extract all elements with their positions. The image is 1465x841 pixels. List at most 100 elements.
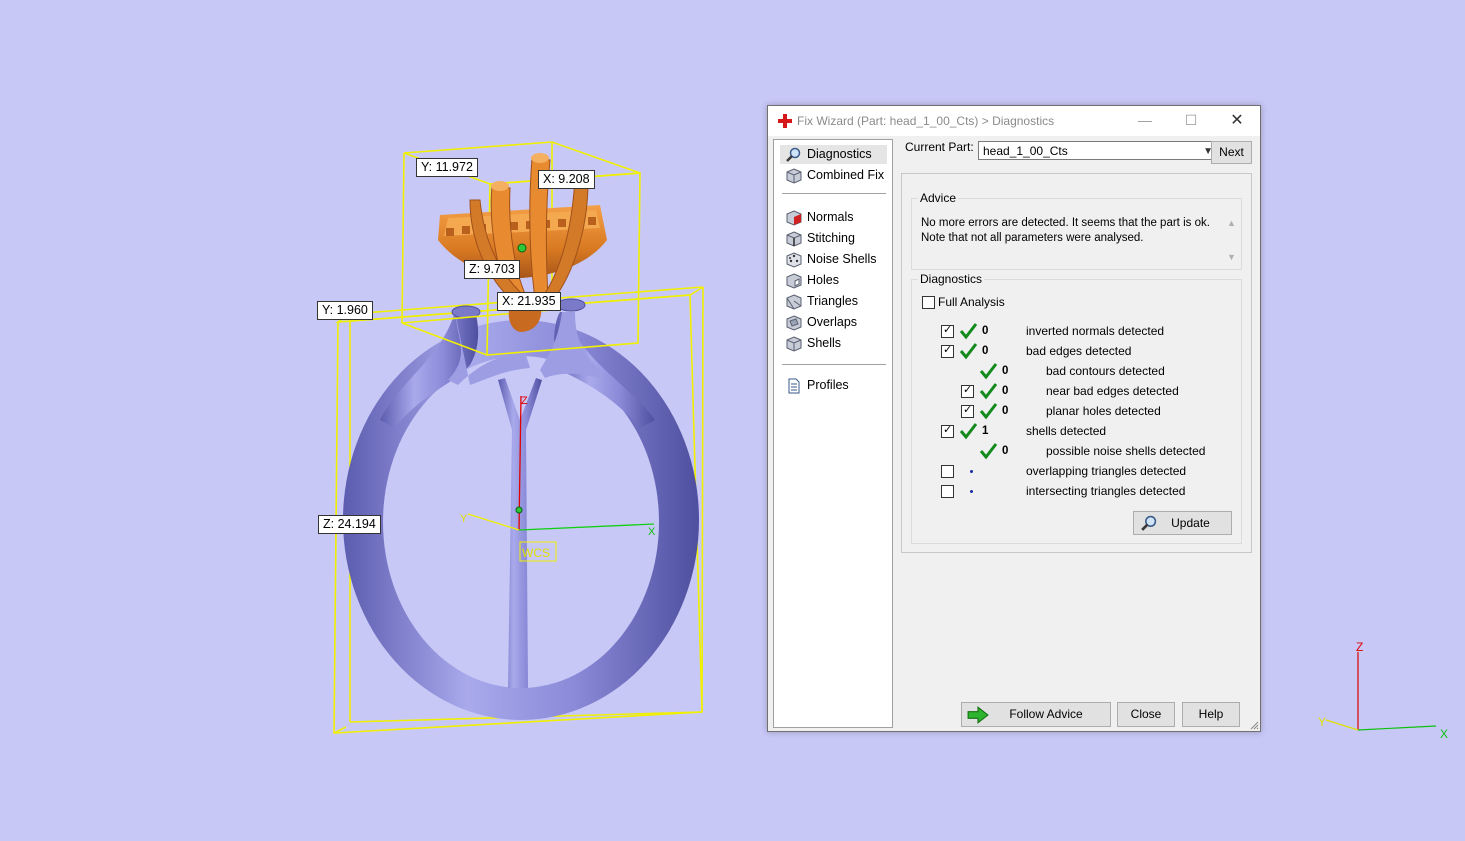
row-checkbox[interactable]: ✓ <box>941 424 954 438</box>
nav-item-combined-fix[interactable]: Combined Fix <box>784 166 884 185</box>
fix-wizard-window: Fix Wizard (Part: head_1_00_Cts) > Diagn… <box>767 105 1261 732</box>
scroll-down-icon: ▼ <box>1227 252 1236 262</box>
nav-item-holes[interactable]: Holes <box>784 271 839 290</box>
corner-x-label: X <box>1440 727 1448 741</box>
wcs-y-label: Y <box>460 513 468 525</box>
row-checkbox[interactable] <box>941 465 954 478</box>
nav-item-label: Holes <box>807 273 839 287</box>
update-label: Update <box>1171 516 1210 530</box>
update-button[interactable]: Update <box>1133 511 1232 535</box>
nav-item-label: Combined Fix <box>807 168 885 182</box>
diag-row-overlapping-triangles: overlapping triangles detected <box>941 462 1231 480</box>
row-count: 0 <box>982 345 989 357</box>
row-checkbox[interactable]: ✓ <box>961 404 974 418</box>
current-part-select[interactable]: head_1_00_Cts ▼ <box>978 141 1218 160</box>
row-count: 1 <box>982 425 989 437</box>
diag-row-near-bad-edges: ✓ 0 near bad edges detected <box>941 382 1231 400</box>
advice-scrollbar[interactable]: ▲ ▼ <box>1224 215 1240 267</box>
row-count: 0 <box>982 325 989 337</box>
document-icon <box>788 378 800 394</box>
advice-line-1: No more errors are detected. It seems th… <box>921 217 1210 229</box>
advice-text-area[interactable]: No more errors are detected. It seems th… <box>917 215 1240 267</box>
row-checkbox[interactable]: ✓ <box>961 384 974 398</box>
magnifier-icon <box>1141 515 1157 531</box>
dim-label-y-ring: Y: 1.960 <box>317 301 373 320</box>
row-checkbox[interactable]: ✓ <box>941 324 954 338</box>
advice-group: Advice No more errors are detected. It s… <box>911 191 1242 270</box>
dim-label-x-head: X: 9.208 <box>538 170 595 189</box>
advice-title: Advice <box>918 191 959 205</box>
row-description: bad contours detected <box>1046 364 1165 378</box>
diag-row-shells: ✓ 1 shells detected <box>941 422 1231 440</box>
nav-item-stitching[interactable]: Stitching <box>784 229 855 248</box>
nav-separator <box>782 193 886 194</box>
nav-item-label: Profiles <box>807 378 849 392</box>
corner-z-label: Z <box>1356 640 1363 654</box>
row-checkbox[interactable]: ✓ <box>941 344 954 358</box>
title-bar[interactable]: Fix Wizard (Part: head_1_00_Cts) > Diagn… <box>768 106 1260 136</box>
nav-item-triangles[interactable]: Triangles <box>784 292 858 311</box>
close-window-button[interactable]: ✕ <box>1214 106 1260 136</box>
green-check-icon <box>959 423 977 440</box>
hole-cube-icon <box>786 273 802 289</box>
green-check-icon <box>979 443 997 460</box>
full-analysis-option[interactable]: Full Analysis <box>922 293 1042 311</box>
diag-row-noise-shells: 0 possible noise shells detected <box>941 442 1231 460</box>
green-check-icon <box>979 383 997 400</box>
green-check-icon <box>979 403 997 420</box>
nav-item-normals[interactable]: Normals <box>784 208 854 227</box>
green-arrow-icon <box>967 706 989 724</box>
diag-row-bad-contours: 0 bad contours detected <box>941 362 1231 380</box>
row-count: 0 <box>1002 365 1009 377</box>
row-description: intersecting triangles detected <box>1026 484 1186 498</box>
nav-item-overlaps[interactable]: Overlaps <box>784 313 857 332</box>
nav-item-diagnostics[interactable]: Diagnostics <box>780 145 887 164</box>
help-button[interactable]: Help <box>1182 702 1240 727</box>
dim-label-z-head: Z: 9.703 <box>464 260 520 279</box>
nav-item-label: Noise Shells <box>807 252 877 266</box>
minimize-button[interactable]: — <box>1122 106 1168 136</box>
corner-axis-triad <box>1325 652 1437 731</box>
follow-advice-button[interactable]: Follow Advice <box>961 702 1111 727</box>
nav-item-label: Normals <box>807 210 854 224</box>
diag-row-bad-edges: ✓ 0 bad edges detected <box>941 342 1231 360</box>
row-count: 0 <box>1002 445 1009 457</box>
full-analysis-label: Full Analysis <box>938 295 1005 309</box>
dim-label-z-ring: Z: 24.194 <box>318 515 381 534</box>
wcs-x-label: X <box>648 526 656 538</box>
next-button[interactable]: Next <box>1211 141 1252 164</box>
overlap-cube-icon <box>786 315 802 331</box>
row-description: near bad edges detected <box>1046 384 1179 398</box>
cube-icon <box>786 168 802 184</box>
full-analysis-checkbox[interactable] <box>922 296 935 309</box>
dim-label-x-ring: X: 21.935 <box>497 292 561 311</box>
normals-cube-icon <box>786 210 802 226</box>
nav-item-shells[interactable]: Shells <box>784 334 841 353</box>
row-checkbox[interactable] <box>941 485 954 498</box>
row-description: shells detected <box>1026 424 1107 438</box>
row-description: overlapping triangles detected <box>1026 464 1187 478</box>
wizard-nav: Diagnostics Combined Fix Normals Stitchi… <box>773 139 893 728</box>
nav-item-label: Overlaps <box>807 315 858 329</box>
nav-separator <box>782 364 886 365</box>
nav-item-label: Triangles <box>807 294 858 308</box>
close-button[interactable]: Close <box>1117 702 1175 727</box>
maximize-button[interactable]: ☐ <box>1168 106 1214 136</box>
green-check-icon <box>959 323 977 340</box>
nav-item-profiles[interactable]: Profiles <box>784 376 849 395</box>
row-description: bad edges detected <box>1026 344 1132 358</box>
advice-line-2: Note that not all parameters were analys… <box>921 232 1144 244</box>
wcs-label: WCS <box>522 546 550 560</box>
dice-icon <box>786 252 802 268</box>
red-cross-icon <box>778 114 792 128</box>
nav-item-label: Shells <box>807 336 842 350</box>
green-check-icon <box>959 343 977 360</box>
follow-advice-label: Follow Advice <box>1009 707 1083 721</box>
diag-row-planar-holes: ✓ 0 planar holes detected <box>941 402 1231 420</box>
nav-item-label: Diagnostics <box>807 147 872 161</box>
current-part-value: head_1_00_Cts <box>983 144 1068 158</box>
green-check-icon <box>979 363 997 380</box>
nav-item-noise-shells[interactable]: Noise Shells <box>784 250 876 269</box>
resize-grip-icon[interactable] <box>1249 720 1259 730</box>
diagnostics-panel: Advice No more errors are detected. It s… <box>901 173 1252 553</box>
